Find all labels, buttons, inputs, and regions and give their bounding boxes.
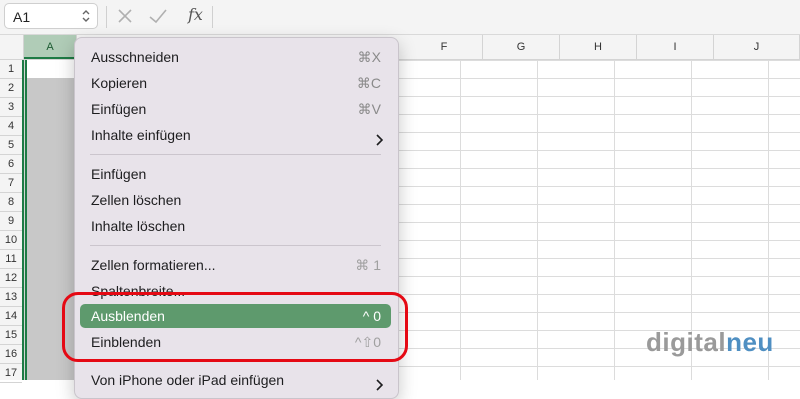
watermark-logo: digitalneu bbox=[646, 327, 774, 358]
column-header-i[interactable]: I bbox=[637, 35, 714, 59]
row-header[interactable]: 2 bbox=[0, 79, 22, 98]
row-header[interactable]: 6 bbox=[0, 155, 22, 174]
column-header-f[interactable]: F bbox=[406, 35, 483, 59]
row-header[interactable]: 3 bbox=[0, 98, 22, 117]
menu-item-von-iphone-einfuegen[interactable]: Von iPhone oder iPad einfügen bbox=[80, 368, 391, 392]
menu-item-inhalte-einfuegen[interactable]: Inhalte einfügen bbox=[80, 123, 391, 147]
row-header[interactable]: 14 bbox=[0, 307, 22, 326]
row-header[interactable]: 4 bbox=[0, 117, 22, 136]
menu-item-zellen-loeschen[interactable]: Zellen löschen bbox=[80, 188, 391, 212]
chevron-right-icon bbox=[375, 374, 384, 398]
menu-item-label: Zellen löschen bbox=[91, 192, 182, 208]
row-header-column: 1 2 3 4 5 6 7 8 9 10 11 12 13 14 15 16 1… bbox=[0, 60, 25, 383]
row-header[interactable]: 10 bbox=[0, 231, 22, 250]
menu-item-label: Ausschneiden bbox=[91, 49, 179, 65]
row-header[interactable]: 13 bbox=[0, 288, 22, 307]
select-all-corner[interactable] bbox=[0, 35, 24, 59]
column-header-j[interactable]: J bbox=[714, 35, 800, 59]
menu-item-label: Kopieren bbox=[91, 75, 148, 91]
menu-separator bbox=[90, 245, 381, 246]
row-header[interactable]: 12 bbox=[0, 269, 22, 288]
menu-item-einfuegen[interactable]: Einfügen ⌘V bbox=[80, 97, 391, 121]
menu-item-einfuegen-zellen[interactable]: Einfügen bbox=[80, 162, 391, 186]
row-header[interactable]: 8 bbox=[0, 193, 22, 212]
active-cell-a1[interactable] bbox=[25, 60, 77, 78]
menu-item-label: Von iPhone oder iPad einfügen bbox=[91, 372, 285, 388]
menu-item-label: Inhalte einfügen bbox=[91, 127, 191, 143]
menu-item-label: Einfügen bbox=[91, 101, 147, 117]
menu-item-kopieren[interactable]: Kopieren ⌘C bbox=[80, 71, 391, 95]
row-header[interactable]: 16 bbox=[0, 345, 22, 364]
row-header[interactable]: 7 bbox=[0, 174, 22, 193]
formula-bar: A1 fx bbox=[0, 0, 800, 35]
column-header-h[interactable]: H bbox=[560, 35, 637, 59]
menu-item-shortcut: ⌘X bbox=[357, 49, 381, 65]
x-icon[interactable] bbox=[116, 5, 134, 32]
name-box[interactable]: A1 bbox=[4, 3, 98, 29]
name-box-value: A1 bbox=[13, 9, 31, 25]
fx-icon[interactable]: fx bbox=[188, 5, 203, 24]
column-header-a[interactable]: A bbox=[24, 35, 77, 59]
row-header[interactable]: 15 bbox=[0, 326, 22, 345]
menu-separator bbox=[90, 154, 381, 155]
menu-item-inhalte-loeschen[interactable]: Inhalte löschen bbox=[80, 214, 391, 238]
row-header[interactable]: 17 bbox=[0, 364, 22, 383]
formula-bar-divider bbox=[106, 6, 107, 28]
column-header-g[interactable]: G bbox=[483, 35, 560, 59]
menu-item-label: Inhalte löschen bbox=[91, 218, 186, 234]
annotation-highlight-box bbox=[62, 292, 408, 362]
menu-item-shortcut: ⌘V bbox=[357, 101, 381, 117]
menu-item-ausschneiden[interactable]: Ausschneiden ⌘X bbox=[80, 45, 391, 69]
row-header[interactable]: 1 bbox=[0, 60, 22, 79]
check-icon[interactable] bbox=[148, 5, 168, 32]
menu-item-zellen-formatieren[interactable]: Zellen formatieren... ⌘ 1 bbox=[80, 253, 391, 277]
watermark-part-2: neu bbox=[726, 327, 774, 357]
formula-input-divider bbox=[212, 6, 213, 28]
chevron-updown-icon[interactable] bbox=[81, 8, 91, 29]
row-header[interactable]: 11 bbox=[0, 250, 22, 269]
menu-item-label: Zellen formatieren... bbox=[91, 257, 216, 273]
row-header[interactable]: 9 bbox=[0, 212, 22, 231]
menu-item-label: Einfügen bbox=[91, 166, 147, 182]
menu-item-shortcut: ⌘ 1 bbox=[355, 257, 381, 273]
row-header[interactable]: 5 bbox=[0, 136, 22, 155]
watermark-part-1: digital bbox=[646, 327, 727, 357]
menu-item-shortcut: ⌘C bbox=[356, 75, 381, 91]
chevron-right-icon bbox=[375, 129, 384, 153]
